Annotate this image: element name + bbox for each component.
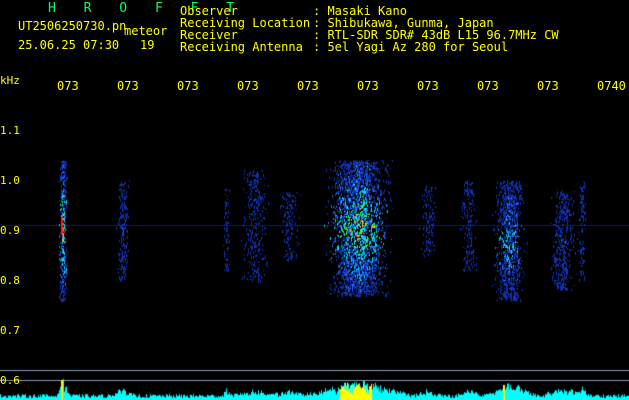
freq-tick: 1.0 xyxy=(0,174,20,187)
timestamp: 25.06.25 07:30 xyxy=(18,38,120,52)
spectrogram-canvas xyxy=(0,0,629,400)
mode-label: meteor xyxy=(124,24,168,38)
time-tick: 073 xyxy=(537,79,559,93)
detection-count: 19 xyxy=(140,38,155,52)
time-tick: 073 xyxy=(177,79,199,93)
file-name: UT2506250730.pn xyxy=(18,19,127,33)
time-tick: 0740 xyxy=(597,79,626,93)
time-tick: 073 xyxy=(117,79,139,93)
antenna-key: Receiving Antenna xyxy=(180,40,303,54)
time-tick: 073 xyxy=(417,79,439,93)
freq-tick: 0.8 xyxy=(0,274,20,287)
freq-tick: 0.7 xyxy=(0,324,20,337)
freq-tick: 1.1 xyxy=(0,124,20,137)
time-tick: 073 xyxy=(297,79,319,93)
freq-tick: 0.9 xyxy=(0,224,20,237)
antenna-value: : 5el Yagi Az 280 for Seoul xyxy=(313,40,509,54)
unit-label: kHz xyxy=(0,74,20,87)
time-tick: 073 xyxy=(357,79,379,93)
time-tick: 073 xyxy=(57,79,79,93)
time-tick: 073 xyxy=(237,79,259,93)
freq-tick: 0.6 xyxy=(0,374,20,387)
time-tick: 073 xyxy=(477,79,499,93)
